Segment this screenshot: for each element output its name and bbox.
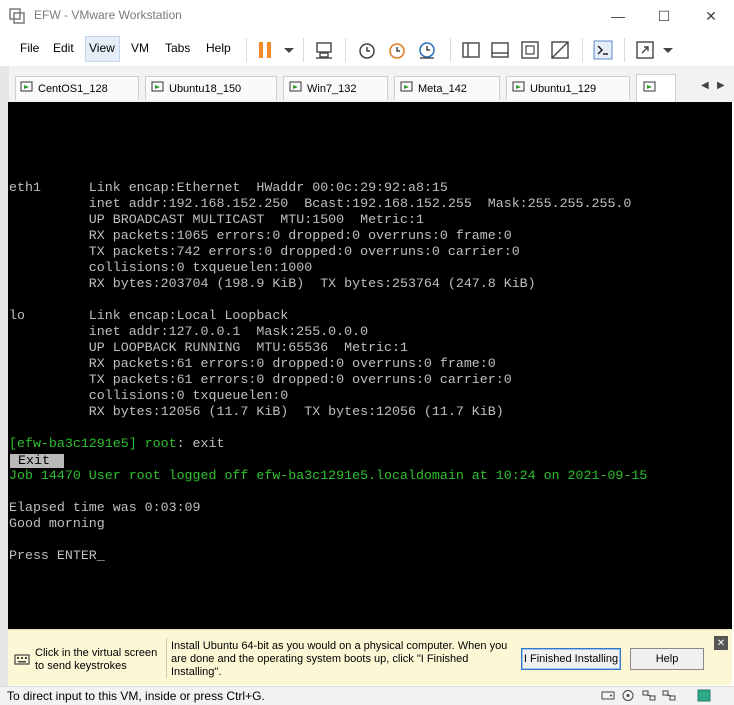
menu-view[interactable]: View	[89, 41, 115, 55]
toolbar-separator	[582, 38, 583, 62]
network-adapter-icon[interactable]	[642, 689, 656, 702]
hint-click-text: Click in the virtual screen to send keys…	[35, 647, 158, 672]
menu-help[interactable]: Help	[206, 41, 231, 55]
close-hint-button[interactable]: ✕	[714, 636, 728, 650]
tab-label: CentOS1_128	[38, 83, 108, 95]
cd-dvd-icon[interactable]	[621, 689, 635, 702]
vm-icon	[400, 81, 413, 92]
vm-icon	[151, 81, 164, 92]
prompt-host: [efw-ba3c1291e5]	[9, 436, 137, 451]
tab-efw-active[interactable]	[636, 74, 676, 102]
snapshot-manager-icon[interactable]	[417, 40, 437, 60]
hint-install-text: Install Ubuntu 64-bit as you would on a …	[171, 640, 508, 678]
greeting-line: Good morning	[9, 516, 105, 531]
toolbar-separator	[624, 38, 625, 62]
console-line: RX packets:61 errors:0 dropped:0 overrun…	[9, 356, 496, 371]
tab-label: Ubuntu1_129	[530, 83, 597, 95]
hard-disk-icon[interactable]	[601, 689, 615, 702]
console-line: lo Link encap:Local Loopback	[9, 308, 289, 323]
console-line: collisions:0 txqueuelen:0	[9, 388, 289, 403]
tab-label: Ubuntu18_150	[169, 83, 242, 95]
message-log-icon[interactable]	[697, 689, 711, 702]
keyboard-icon	[14, 654, 30, 665]
vm-icon	[512, 81, 525, 92]
console-line: TX packets:61 errors:0 dropped:0 overrun…	[9, 372, 512, 387]
console-line: eth1 Link encap:Ethernet HWaddr 00:0c:29…	[9, 180, 448, 195]
unity-mode-icon[interactable]	[550, 40, 570, 60]
console-line: RX packets:1065 errors:0 dropped:0 overr…	[9, 228, 512, 243]
thumbnail-bar-icon[interactable]	[490, 40, 510, 60]
network-adapter-icon[interactable]	[662, 689, 676, 702]
chevron-down-icon[interactable]	[279, 40, 299, 60]
minimize-button[interactable]: —	[595, 0, 641, 32]
toolbar-separator	[345, 38, 346, 62]
vm-console-screen[interactable]: eth1 Link encap:Ethernet HWaddr 00:0c:29…	[8, 102, 732, 629]
maximize-button[interactable]: ☐	[641, 0, 687, 32]
close-button[interactable]: ✕	[688, 0, 734, 32]
console-line: TX packets:742 errors:0 dropped:0 overru…	[9, 244, 520, 259]
help-button[interactable]: Help	[630, 648, 704, 670]
tab-label: Meta_142	[418, 83, 467, 95]
job-logoff-line: Job 14470 User root logged off efw-ba3c1…	[9, 468, 648, 483]
shell-prompt: [efw-ba3c1291e5] root: exit	[9, 436, 224, 452]
toolbar-separator	[246, 38, 247, 62]
menu-vm[interactable]: VM	[131, 41, 149, 55]
exit-label: Exit	[18, 453, 50, 468]
hint-divider	[166, 638, 167, 678]
vmware-app-icon	[9, 8, 25, 24]
menu-file[interactable]: File	[20, 41, 39, 55]
press-enter-line: Press ENTER_	[9, 548, 105, 563]
tab-label: Win7_132	[307, 83, 357, 95]
console-line: RX bytes:12056 (11.7 KiB) TX bytes:12056…	[9, 404, 504, 419]
toolbar-separator	[450, 38, 451, 62]
console-line: UP LOOPBACK RUNNING MTU:65536 Metric:1	[9, 340, 408, 355]
status-text: To direct input to this VM, inside or pr…	[7, 689, 265, 703]
console-view-icon[interactable]	[593, 40, 613, 60]
chevron-down-icon[interactable]	[658, 40, 678, 60]
console-line: inet addr:192.168.152.250 Bcast:192.168.…	[9, 196, 632, 211]
console-line: UP BROADCAST MULTICAST MTU:1500 Metric:1	[9, 212, 424, 227]
tab-scroll-left-icon[interactable]: ◀	[701, 80, 709, 91]
i-finished-installing-button[interactable]: I Finished Installing	[521, 648, 621, 670]
window-title: EFW - VMware Workstation	[34, 8, 182, 22]
console-line: collisions:0 txqueuelen:1000	[9, 260, 313, 275]
menu-edit[interactable]: Edit	[53, 41, 74, 55]
send-ctrl-alt-del-icon[interactable]	[314, 40, 334, 60]
pause-icon[interactable]	[255, 40, 275, 60]
revert-snapshot-icon[interactable]	[387, 40, 407, 60]
tab-scroll-right-icon[interactable]: ▶	[717, 80, 725, 91]
elapsed-time-line: Elapsed time was 0:03:09	[9, 500, 201, 515]
full-screen-icon[interactable]	[520, 40, 540, 60]
prompt-user: root	[144, 436, 177, 451]
vm-icon	[289, 81, 302, 92]
prompt-command: : exit	[176, 436, 225, 451]
console-line: inet addr:127.0.0.1 Mask:255.0.0.0	[9, 324, 369, 339]
show-library-icon[interactable]	[461, 40, 481, 60]
menu-tabs[interactable]: Tabs	[165, 41, 190, 55]
snapshot-icon[interactable]	[357, 40, 377, 60]
console-line: RX bytes:203704 (198.9 KiB) TX bytes:253…	[9, 276, 536, 291]
vm-icon	[20, 81, 33, 92]
vm-icon	[643, 81, 656, 92]
toolbar-separator	[303, 38, 304, 62]
stretch-guest-icon[interactable]	[635, 40, 655, 60]
